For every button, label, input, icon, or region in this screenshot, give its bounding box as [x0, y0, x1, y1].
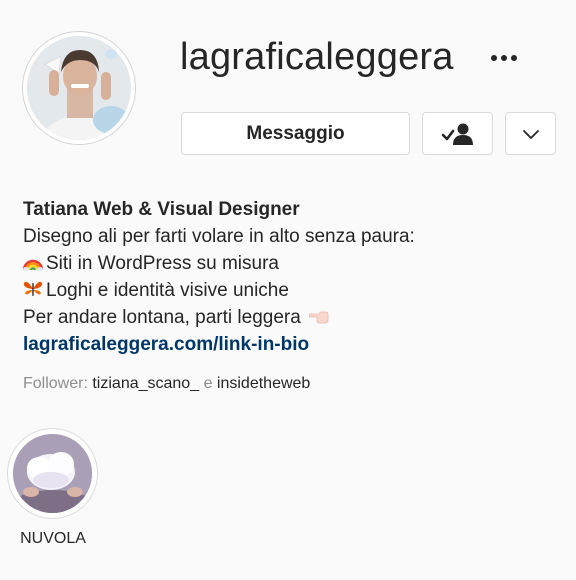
bio-line-text: Per andare lontana, parti leggera	[23, 307, 301, 328]
profile-bio: Tatiana Web & Visual Designer Disegno al…	[23, 196, 563, 358]
bio-line: Disegno ali per farti volare in alto sen…	[23, 226, 415, 247]
story-highlight-cover	[13, 434, 92, 513]
follower-account-link[interactable]: insidetheweb	[217, 375, 310, 392]
followed-by-prefix: Follower:	[23, 375, 88, 392]
followed-by-conjunction: e	[203, 375, 213, 392]
bio-line-text: Siti in WordPress su misura	[46, 253, 279, 274]
bio-name: Tatiana Web & Visual Designer	[23, 199, 300, 220]
profile-photo	[27, 36, 131, 140]
story-highlight-label: NUVOLA	[20, 530, 86, 547]
butterfly-icon	[23, 281, 43, 296]
profile-username: lagraficaleggera	[180, 36, 454, 78]
following-button[interactable]	[422, 112, 493, 155]
cloud-cover-image	[13, 434, 92, 513]
more-options-icon-dot	[501, 55, 507, 61]
bio-line-motto: Per andare lontana, parti leggera	[23, 304, 563, 331]
rainbow-icon	[23, 259, 43, 271]
more-options-icon-dot	[511, 55, 517, 61]
follower-account-link[interactable]: tiziana_scano_	[92, 375, 199, 392]
message-button[interactable]: Messaggio	[181, 112, 410, 155]
bio-line-logos: Loghi e identità visive uniche	[23, 277, 563, 304]
following-person-check-icon	[441, 123, 473, 145]
bio-line-text: Loghi e identità visive uniche	[46, 280, 289, 301]
chevron-down-icon	[522, 129, 539, 139]
profile-avatar[interactable]	[22, 31, 136, 145]
pointing-left-hand-icon	[309, 311, 329, 324]
followed-by: Follower: tiziana_scano_ e insidetheweb	[23, 375, 310, 393]
story-highlight-nuvola[interactable]	[7, 428, 98, 519]
more-options-icon	[491, 55, 497, 61]
bio-website-link[interactable]: lagraficaleggera.com/link-in-bio	[23, 334, 309, 355]
more-options-button[interactable]	[484, 46, 524, 70]
suggested-accounts-button[interactable]	[505, 112, 556, 155]
bio-line-wordpress: Siti in WordPress su misura	[23, 250, 563, 277]
